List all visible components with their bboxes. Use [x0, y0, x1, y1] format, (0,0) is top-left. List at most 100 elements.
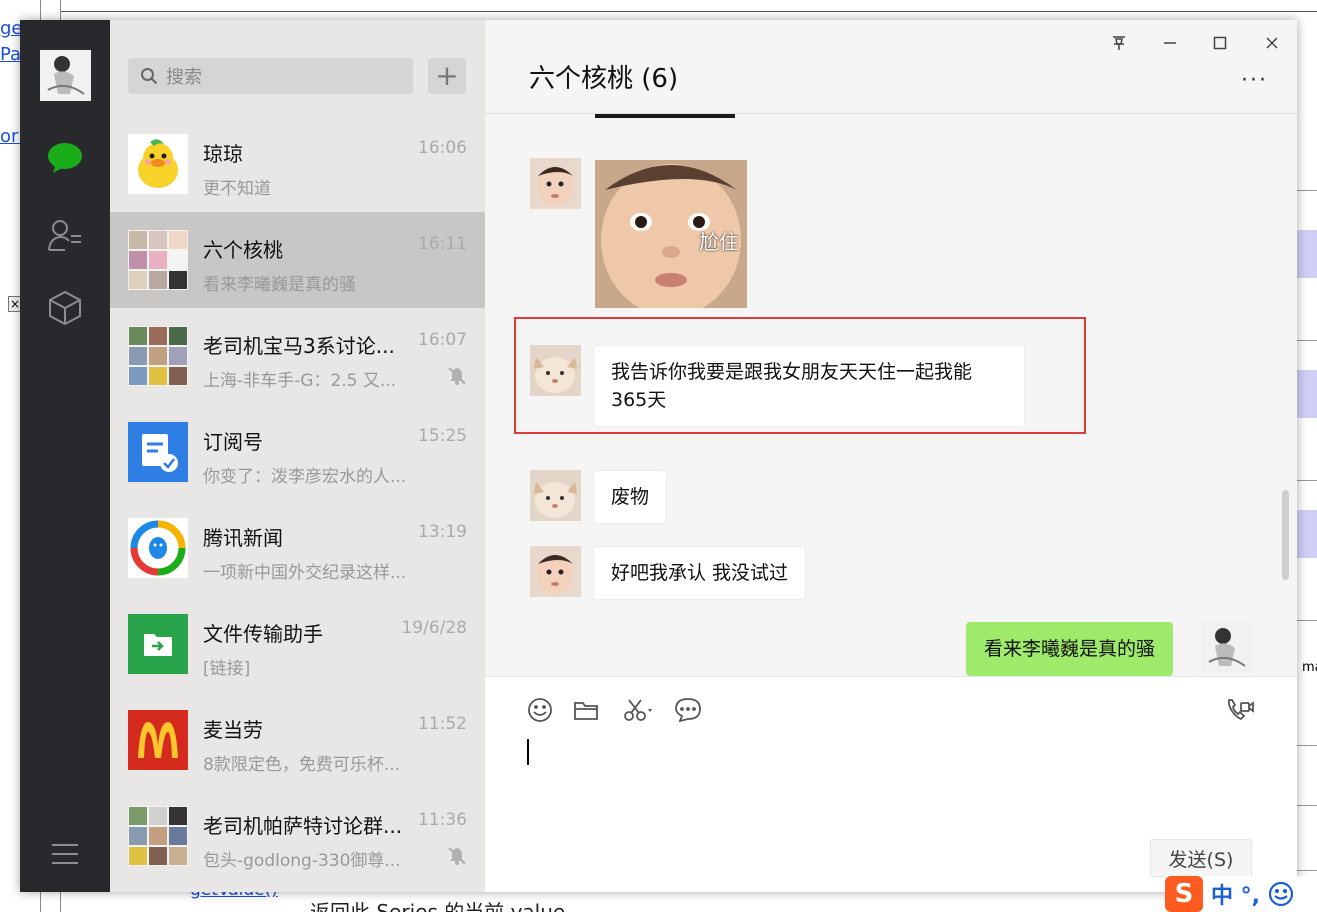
text-cursor — [527, 739, 529, 765]
emoji-icon[interactable] — [525, 695, 555, 725]
conversation-time: 19/6/28 — [401, 618, 467, 638]
file-transfer-icon — [128, 614, 188, 674]
sticker-image[interactable]: 尬住 — [595, 160, 747, 308]
conversation-preview: 8款限定色，免费可乐杯... — [203, 755, 401, 775]
group-avatar — [128, 326, 188, 386]
maximize-icon[interactable] — [1205, 28, 1235, 58]
conversation-avatar — [128, 134, 188, 194]
chat-icon[interactable] — [45, 138, 85, 178]
chat-history-icon[interactable] — [673, 695, 703, 725]
folder-icon[interactable] — [571, 695, 601, 725]
bg-text: 返回此 Series 的当前 value — [310, 900, 566, 912]
conversation-name: 麦当劳 — [203, 718, 263, 742]
bg-row-line — [1297, 340, 1317, 341]
conversation-item[interactable]: 老司机帕萨特讨论群... 11:36 包头-godlong-330御尊... — [110, 788, 485, 884]
ime-toolbar[interactable]: S 中 °, — [1165, 876, 1317, 912]
menu-icon[interactable] — [45, 834, 85, 874]
add-button[interactable]: + — [428, 58, 466, 94]
message-bubble[interactable]: 好吧我承认 我没试过 — [593, 546, 807, 600]
conversation-item[interactable]: 腾讯新闻 13:19 一项新中国外交纪录这样... — [110, 500, 485, 596]
conversation-time: 13:19 — [418, 522, 467, 542]
conversation-name: 六个核桃 — [203, 238, 283, 262]
pin-icon[interactable] — [1104, 28, 1134, 58]
composer: 发送(S) — [485, 676, 1297, 892]
conversation-name: 老司机帕萨特讨论群... — [203, 814, 403, 838]
search-placeholder: 搜索 — [166, 67, 202, 88]
nav-sidebar — [20, 20, 110, 892]
chat-panel: 六个核桃 (6) ··· 尬住 我告诉你我要是跟我女朋友天天住一起我能365天 … — [485, 20, 1297, 892]
my-message-bubble[interactable]: 看来李曦巍是真的骚 — [966, 622, 1174, 676]
conversation-name: 文件传输助手 — [203, 622, 323, 646]
tencent-news-icon — [128, 518, 188, 578]
conversation-name: 琼琼 — [203, 142, 243, 166]
chat-title: 六个核桃 (6) — [529, 64, 679, 94]
conversation-time: 11:36 — [418, 810, 467, 830]
video-call-icon[interactable] — [1225, 695, 1255, 725]
conversation-name: 老司机宝马3系讨论... — [203, 334, 395, 358]
bg-row-line — [1297, 190, 1317, 191]
send-button[interactable]: 发送(S) — [1150, 839, 1252, 877]
conversation-name: 腾讯新闻 — [203, 526, 283, 550]
bg-highlight-row — [1297, 510, 1317, 558]
conversation-list: 搜索 + 琼琼 16:06 更不知道 六个核桃 16:11 看来李曦巍是真的骚 … — [110, 20, 485, 892]
conversation-time: 16:07 — [418, 330, 467, 350]
conversation-preview: 更不知道 — [203, 179, 271, 199]
conversation-preview: 上海-非车手-G：2.5 又... — [203, 371, 397, 391]
message-area: 尬住 我告诉你我要是跟我女朋友天天住一起我能365天 废物 好吧我承认 我没试过… — [485, 114, 1297, 676]
subscription-icon — [128, 422, 188, 482]
bg-text: ma — [1302, 660, 1317, 675]
ime-mode[interactable]: 中 °, — [1211, 878, 1260, 910]
ime-smiley-icon[interactable] — [1268, 881, 1294, 907]
bg-link[interactable]: Pa — [0, 44, 21, 65]
sticker-caption: 尬住 — [699, 230, 739, 254]
conversation-preview: 你变了：泼李彦宏水的人... — [203, 467, 407, 487]
bg-top-text-line — [60, 0, 1317, 12]
search-icon — [141, 68, 158, 85]
conversation-item[interactable]: 订阅号 15:25 你变了：泼李彦宏水的人... — [110, 404, 485, 500]
conversation-preview: 包头-godlong-330御尊... — [203, 851, 401, 871]
previous-image-message — [595, 114, 735, 118]
screenshot-scissors-icon[interactable] — [619, 695, 659, 725]
message-bubble[interactable]: 我告诉你我要是跟我女朋友天天住一起我能365天 — [593, 345, 1025, 427]
conversation-preview: 一项新中国外交纪录这样... — [203, 563, 407, 583]
message-bubble[interactable]: 废物 — [593, 470, 668, 524]
conversation-time: 16:06 — [418, 138, 467, 158]
conversation-preview: [链接] — [203, 659, 251, 679]
conversation-item[interactable]: 麦当劳 11:52 8款限定色，免费可乐杯... — [110, 692, 485, 788]
group-avatar — [128, 230, 188, 290]
conversation-time: 15:25 — [418, 426, 467, 446]
baby-avatar[interactable] — [530, 546, 581, 597]
bg-highlight-row — [1297, 370, 1317, 418]
box-icon[interactable] — [45, 288, 85, 328]
my-avatar[interactable] — [1201, 622, 1252, 673]
close-icon[interactable] — [1257, 28, 1287, 58]
bg-row-line — [1297, 870, 1317, 871]
conversation-time: 16:11 — [418, 234, 467, 254]
group-avatar — [128, 806, 188, 866]
conversation-preview: 看来李曦巍是真的骚 — [203, 275, 356, 295]
conversation-item[interactable]: 琼琼 16:06 更不知道 — [110, 116, 485, 212]
bg-row-line — [1297, 620, 1317, 621]
message-scrollbar[interactable] — [1282, 490, 1289, 580]
conversation-item-active[interactable]: 六个核桃 16:11 看来李曦巍是真的骚 — [110, 212, 485, 308]
search-input[interactable]: 搜索 — [128, 58, 413, 94]
bg-row-line — [1297, 805, 1317, 806]
mute-bell-icon — [447, 366, 467, 386]
more-options-button[interactable]: ··· — [1241, 68, 1268, 93]
bg-row-line — [1297, 480, 1317, 481]
conversation-item[interactable]: 文件传输助手 19/6/28 [链接] — [110, 596, 485, 692]
sogou-logo-icon: S — [1165, 876, 1203, 912]
cat-avatar[interactable] — [530, 345, 581, 396]
mcdonalds-logo-icon — [128, 710, 188, 770]
baby-avatar[interactable] — [530, 158, 581, 209]
cat-avatar[interactable] — [530, 470, 581, 521]
conversation-time: 11:52 — [418, 714, 467, 734]
my-avatar[interactable] — [40, 50, 91, 101]
conversation-name: 订阅号 — [203, 430, 263, 454]
mute-bell-icon — [447, 846, 467, 866]
wechat-window: 搜索 + 琼琼 16:06 更不知道 六个核桃 16:11 看来李曦巍是真的骚 … — [20, 20, 1297, 892]
bg-highlight-row — [1297, 230, 1317, 278]
conversation-item[interactable]: 老司机宝马3系讨论... 16:07 上海-非车手-G：2.5 又... — [110, 308, 485, 404]
contacts-icon[interactable] — [45, 215, 85, 255]
minimize-icon[interactable] — [1155, 28, 1185, 58]
